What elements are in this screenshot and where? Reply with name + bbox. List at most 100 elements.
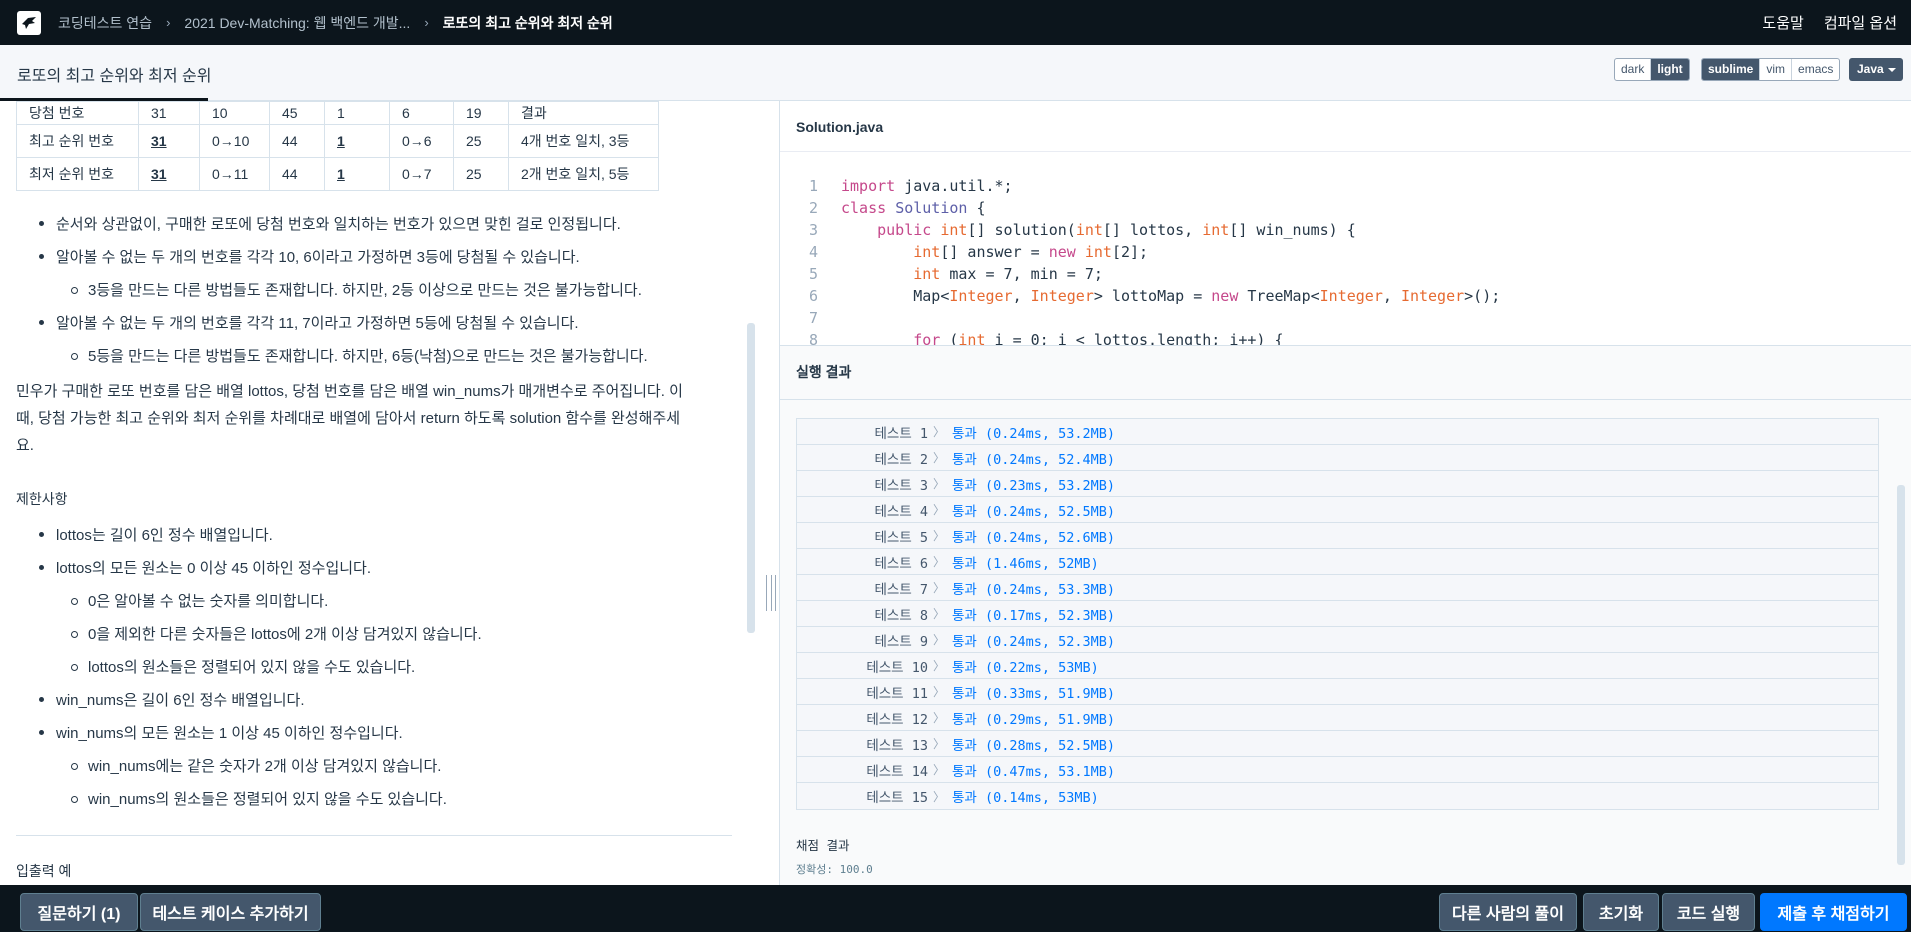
- table-cell: 1: [324, 101, 390, 125]
- others-solutions-button[interactable]: 다른 사람의 풀이: [1439, 893, 1577, 931]
- test-name: 테스트 4: [874, 503, 928, 520]
- io-example-heading: 입출력 예: [16, 863, 72, 879]
- keymap-vim-button[interactable]: vim: [1759, 59, 1791, 80]
- add-testcase-button[interactable]: 테스트 케이스 추가하기: [140, 893, 321, 931]
- test-result-value: 통과 (0.28ms, 52.5MB): [952, 737, 1116, 754]
- top-nav: 코딩테스트 연습 › 2021 Dev-Matching: 웹 백엔드 개발..…: [0, 0, 1911, 45]
- list-item: win_nums의 원소들은 정렬되어 있지 않을 수도 있습니다.: [71, 788, 447, 809]
- chevron-right-icon: 〉: [932, 503, 945, 517]
- test-name: 테스트 1: [874, 425, 928, 442]
- keymap-toggle: sublime vim emacs: [1701, 58, 1841, 81]
- list-item: 5등을 만드는 다른 방법들도 존재합니다. 하지만, 6등(낙첨)으로 만드는…: [71, 345, 648, 366]
- breadcrumb-item-coding-test[interactable]: 코딩테스트 연습: [58, 13, 152, 33]
- vertical-resize-handle[interactable]: [766, 575, 776, 611]
- test-results-table: 테스트 1 〉 통과 (0.24ms, 53.2MB) 테스트 2 〉 통과 (0.24m…: [796, 418, 1879, 810]
- table-cell: 10: [199, 101, 270, 125]
- test-result-row: 테스트 15 〉 통과 (0.14ms, 53MB): [797, 783, 1878, 809]
- test-name: 테스트 10: [866, 659, 928, 676]
- chevron-right-icon: ›: [424, 15, 429, 30]
- results-title: 실행 결과: [796, 364, 852, 380]
- test-result-value: 통과 (0.24ms, 53.2MB): [952, 425, 1116, 442]
- list-item: 순서와 상관없이, 구매한 로또에 당첨 번호와 일치하는 번호가 있으면 맞힌…: [39, 213, 621, 234]
- table-cell: 당첨 번호: [16, 101, 139, 125]
- chevron-right-icon: 〉: [932, 711, 945, 725]
- test-name: 테스트 8: [874, 607, 928, 624]
- page-title: 로또의 최고 순위와 최저 순위: [17, 68, 212, 85]
- test-result-row: 테스트 1 〉 통과 (0.24ms, 53.2MB): [797, 419, 1878, 445]
- results-scrollbar[interactable]: [1897, 485, 1905, 865]
- list-item: 0을 제외한 다른 숫자들은 lottos에 2개 이상 담겨있지 않습니다.: [71, 623, 482, 644]
- matched-number: 31: [151, 133, 167, 149]
- list-item: lottos의 모든 원소는 0 이상 45 이하인 정수입니다.: [38, 557, 371, 578]
- chevron-right-icon: 〉: [932, 529, 945, 543]
- submit-button[interactable]: 제출 후 채점하기: [1760, 893, 1907, 931]
- chevron-right-icon: ›: [166, 15, 171, 30]
- test-result-row: 테스트 7 〉 통과 (0.24ms, 53.3MB): [797, 575, 1878, 601]
- list-item: 3등을 만드는 다른 방법들도 존재합니다. 하지만, 2등 이상으로 만드는 …: [71, 279, 642, 300]
- test-name: 테스트 2: [874, 451, 928, 468]
- test-result-value: 통과 (0.24ms, 53.3MB): [952, 581, 1116, 598]
- test-name: 테스트 5: [874, 529, 928, 546]
- test-name: 테스트 13: [866, 737, 928, 754]
- table-cell: 31: [138, 124, 200, 158]
- test-result-value: 통과 (0.23ms, 53.2MB): [952, 477, 1116, 494]
- list-item: 알아볼 수 없는 두 개의 번호를 각각 11, 7이라고 가정하면 5등에 당…: [39, 312, 579, 333]
- section-divider: [16, 835, 732, 836]
- test-result-value: 통과 (1.46ms, 52MB): [952, 555, 1099, 572]
- help-link[interactable]: 도움말: [1762, 12, 1803, 33]
- list-item: win_nums은 길이 6인 정수 배열입니다.: [39, 689, 305, 710]
- keymap-sublime-button[interactable]: sublime: [1702, 59, 1760, 80]
- test-result-row: 테스트 4 〉 통과 (0.24ms, 52.5MB): [797, 497, 1878, 523]
- breadcrumb-item-current: 로또의 최고 순위와 최저 순위: [442, 14, 613, 31]
- table-cell: 44: [269, 124, 325, 158]
- table-cell: 0→10: [199, 124, 270, 158]
- test-result-value: 통과 (0.14ms, 53MB): [952, 790, 1099, 806]
- test-result-row: 테스트 11 〉 통과 (0.33ms, 51.9MB): [797, 679, 1878, 705]
- compile-options-link[interactable]: 컴파일 옵션: [1824, 12, 1897, 33]
- test-result-row: 테스트 8 〉 통과 (0.17ms, 52.3MB): [797, 601, 1878, 627]
- chevron-right-icon: 〉: [932, 633, 945, 647]
- table-cell: 45: [269, 101, 325, 125]
- left-pane-scrollbar[interactable]: [747, 323, 755, 633]
- breadcrumb-item-dev-matching[interactable]: 2021 Dev-Matching: 웹 백엔드 개발...: [184, 13, 410, 33]
- table-row: 최저 순위 번호 31 0→11 44 1 0→7 25 2개 번호 일치, 5…: [16, 157, 659, 191]
- run-code-button[interactable]: 코드 실행: [1662, 893, 1755, 931]
- code-editor-pane: Solution.java 1 import java.util.*; 2 clas…: [780, 101, 1911, 345]
- reset-button[interactable]: 초기화: [1583, 893, 1659, 931]
- test-name: 테스트 15: [866, 790, 928, 806]
- theme-light-button[interactable]: light: [1650, 59, 1689, 80]
- constraints-heading: 제한사항: [16, 491, 68, 507]
- list-item: win_nums의 모든 원소는 1 이상 45 이하인 정수입니다.: [39, 722, 403, 743]
- problem-description-pane[interactable]: 당첨 번호 31 10 45 1 6 19 결과 최고 순위 번호 31 0→1…: [0, 101, 779, 885]
- test-result-value: 통과 (0.22ms, 53MB): [952, 659, 1099, 676]
- theme-dark-button[interactable]: dark: [1615, 59, 1650, 80]
- test-result-value: 통과 (0.17ms, 52.3MB): [952, 607, 1116, 624]
- ask-question-button[interactable]: 질문하기 (1): [20, 893, 138, 931]
- table-cell: 4개 번호 일치, 3등: [508, 124, 659, 158]
- keymap-emacs-button[interactable]: emacs: [1791, 59, 1839, 80]
- test-name: 테스트 9: [874, 633, 928, 650]
- table-cell: 결과: [508, 101, 659, 125]
- test-result-value: 통과 (0.47ms, 53.1MB): [952, 763, 1116, 780]
- table-cell: 6: [389, 101, 454, 125]
- language-select[interactable]: Java: [1849, 58, 1903, 81]
- test-result-value: 통과 (0.24ms, 52.5MB): [952, 503, 1116, 520]
- code-editor[interactable]: 1 import java.util.*; 2 class Solution { 3…: [780, 175, 1911, 345]
- test-result-row: 테스트 3 〉 통과 (0.23ms, 53.2MB): [797, 471, 1878, 497]
- grade-result-title: 채점 결과: [796, 838, 850, 853]
- test-result-value: 통과 (0.29ms, 51.9MB): [952, 711, 1116, 728]
- table-cell: 0→11: [199, 157, 270, 191]
- table-cell: 0→7: [389, 157, 454, 191]
- test-result-row: 테스트 12 〉 통과 (0.29ms, 51.9MB): [797, 705, 1878, 731]
- matched-number: 31: [151, 166, 167, 182]
- list-item: win_nums에는 같은 숫자가 2개 이상 담겨있지 않습니다.: [70, 755, 441, 776]
- chevron-right-icon: 〉: [932, 789, 945, 804]
- table-cell: 2개 번호 일치, 5등: [508, 157, 659, 191]
- table-row: 당첨 번호 31 10 45 1 6 19 결과: [16, 101, 659, 125]
- test-result-value: 통과 (0.24ms, 52.6MB): [952, 529, 1116, 546]
- theme-toggle: dark light: [1614, 58, 1690, 81]
- programmers-logo-icon[interactable]: [17, 10, 41, 35]
- table-cell: 25: [453, 157, 509, 191]
- matched-number: 1: [337, 133, 345, 149]
- results-header-divider: [780, 399, 1911, 400]
